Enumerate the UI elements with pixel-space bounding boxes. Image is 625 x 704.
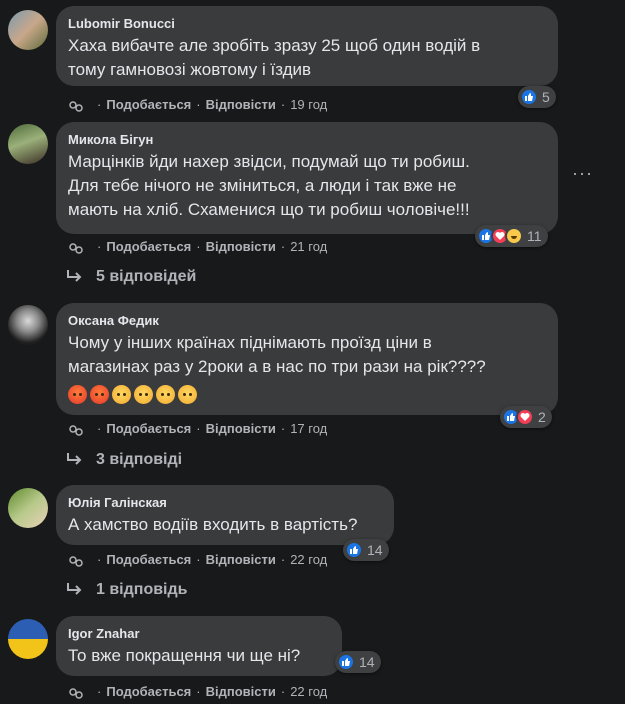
share-icon[interactable] (68, 97, 84, 113)
avatar[interactable] (8, 488, 48, 528)
like-button[interactable]: Подобається (106, 552, 191, 568)
exploding-head-icon (112, 385, 131, 404)
reactions-summary[interactable]: 11 (475, 225, 548, 247)
comment-bubble: Юлія Галінская А хамство водіїв входить … (56, 485, 394, 545)
comment-text: Марцінків йди нахер звідси, подумай що т… (68, 152, 470, 219)
separator-dot: · (97, 552, 102, 567)
like-button[interactable]: Подобається (106, 97, 191, 113)
avatar[interactable] (8, 305, 48, 345)
view-replies-link[interactable]: 5 відповідей (66, 268, 196, 286)
emoji-row (68, 385, 546, 404)
reaction-count: 11 (527, 228, 542, 244)
separator-dot: · (196, 421, 201, 436)
separator-dot: · (97, 684, 102, 699)
comment-text: То вже покращення чи ще ні? (68, 646, 301, 665)
separator-dot: · (97, 97, 102, 112)
comment-timestamp[interactable]: 22 год (290, 684, 327, 700)
more-options-icon[interactable]: ··· (572, 164, 596, 188)
like-button[interactable]: Подобається (106, 684, 191, 700)
comment-bubble: Микола Бігун Марцінків йди нахер звідси,… (56, 122, 558, 234)
separator-dot: · (196, 552, 201, 567)
reply-button[interactable]: Відповісти (206, 552, 276, 568)
comment-bubble: Lubomir Bonucci Хаха вибачте але зробіть… (56, 6, 558, 86)
comment-actions: · Подобається · Відповісти · 21 год (68, 239, 327, 255)
angry-face-icon (90, 385, 109, 404)
replies-label: 3 відповіді (96, 451, 183, 468)
view-replies-link[interactable]: 3 відповіді (66, 451, 182, 469)
replies-label: 5 відповідей (96, 268, 197, 285)
comment-actions: · Подобається · Відповісти · 22 год (68, 684, 327, 700)
comment-author[interactable]: Микола Бігун (68, 131, 546, 148)
separator-dot: · (97, 421, 102, 436)
reaction-count: 2 (538, 409, 546, 425)
reaction-count: 5 (542, 89, 550, 105)
comment-actions: · Подобається · Відповісти · 19 год (68, 97, 327, 113)
view-replies-link[interactable]: 1 відповідь (66, 581, 188, 599)
comment-timestamp[interactable]: 21 год (290, 239, 327, 255)
separator-dot: · (280, 421, 286, 436)
reaction-count: 14 (367, 542, 383, 558)
replies-label: 1 відповідь (96, 581, 188, 598)
steam-face-icon (156, 385, 175, 404)
reply-button[interactable]: Відповісти (206, 421, 276, 437)
comment-actions: · Подобається · Відповісти · 22 год (68, 552, 327, 568)
angry-face-icon (68, 385, 87, 404)
comment-timestamp[interactable]: 17 год (290, 421, 327, 437)
comment-author[interactable]: Юлія Галінская (68, 494, 382, 511)
comment-text: Хаха вибачте але зробіть зразу 25 щоб од… (68, 36, 481, 79)
avatar[interactable] (8, 124, 48, 164)
exploding-head-icon (134, 385, 153, 404)
comment-author[interactable]: Оксана Федик (68, 312, 546, 329)
separator-dot: · (280, 684, 286, 699)
separator-dot: · (280, 239, 286, 254)
separator-dot: · (97, 239, 102, 254)
separator-dot: · (196, 239, 201, 254)
share-icon[interactable] (68, 239, 84, 255)
like-button[interactable]: Подобається (106, 421, 191, 437)
reply-button[interactable]: Відповісти (206, 239, 276, 255)
reply-arrow-icon (67, 453, 82, 465)
comment-timestamp[interactable]: 19 год (290, 97, 327, 113)
like-button[interactable]: Подобається (106, 239, 191, 255)
comment-bubble: Igor Znahar То вже покращення чи ще ні? (56, 616, 342, 676)
like-reaction-icon (337, 653, 355, 671)
share-icon[interactable] (68, 684, 84, 700)
share-icon[interactable] (68, 421, 84, 437)
comment-author[interactable]: Lubomir Bonucci (68, 15, 546, 32)
reactions-summary[interactable]: 2 (500, 406, 552, 428)
comment-text: Чому у інших країнах піднімають проїзд ц… (68, 333, 486, 376)
reaction-count: 14 (359, 654, 375, 670)
comment-author[interactable]: Igor Znahar (68, 625, 330, 642)
avatar[interactable] (8, 10, 48, 50)
like-reaction-icon (520, 88, 538, 106)
reply-arrow-icon (67, 583, 82, 595)
separator-dot: · (196, 97, 201, 112)
comment-timestamp[interactable]: 22 год (290, 552, 327, 568)
separator-dot: · (196, 684, 201, 699)
comment-actions: · Подобається · Відповісти · 17 год (68, 421, 327, 437)
reactions-summary[interactable]: 5 (518, 86, 556, 108)
separator-dot: · (280, 552, 286, 567)
reactions-summary[interactable]: 14 (335, 651, 381, 673)
reactions-summary[interactable]: 14 (343, 539, 389, 561)
comment-bubble: Оксана Федик Чому у інших країнах піднім… (56, 303, 558, 415)
like-reaction-icon (345, 541, 363, 559)
love-reaction-icon (516, 408, 534, 426)
comment-text: А хамство водіїв входить в вартість? (68, 515, 358, 534)
steam-face-icon (178, 385, 197, 404)
reply-arrow-icon (67, 270, 82, 282)
avatar[interactable] (8, 619, 48, 659)
reply-button[interactable]: Відповісти (206, 684, 276, 700)
reply-button[interactable]: Відповісти (206, 97, 276, 113)
haha-reaction-icon (505, 227, 523, 245)
share-icon[interactable] (68, 552, 84, 568)
separator-dot: · (280, 97, 286, 112)
